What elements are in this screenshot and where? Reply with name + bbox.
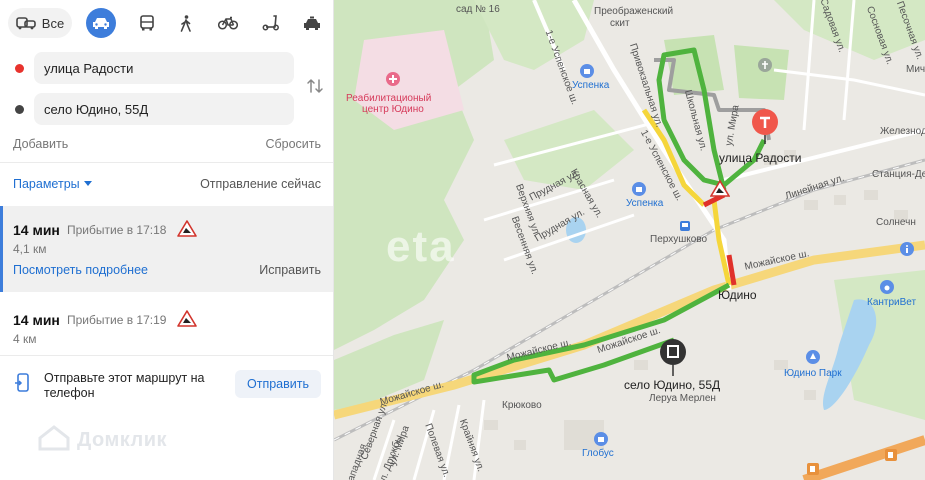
- scooter-icon: [262, 15, 279, 31]
- map-label: Крюково: [502, 400, 542, 411]
- vet-icon: [880, 280, 894, 294]
- map-label: Глобус: [582, 448, 614, 459]
- send-to-phone-text: Отправьте этот маршрут на телефон: [44, 371, 205, 400]
- church-icon: [758, 58, 772, 72]
- destination-marker-icon: [15, 105, 24, 114]
- map-label: скит: [610, 18, 630, 29]
- reset-button[interactable]: Сбросить: [265, 137, 321, 151]
- send-button[interactable]: Отправить: [235, 370, 321, 398]
- eta-watermark: eta: [386, 222, 456, 271]
- hospital-icon: [386, 72, 400, 86]
- map-label: сад № 16: [456, 4, 500, 15]
- divider: [0, 355, 333, 356]
- add-point-button[interactable]: Добавить: [13, 137, 68, 151]
- map-label: Преображенский: [594, 6, 674, 17]
- mode-taxi-button[interactable]: [297, 8, 327, 38]
- route-panel: Все улица Радости село Юдино, 55Д Добави…: [0, 0, 334, 480]
- car-icon: [93, 18, 109, 29]
- map-label: Станция-Де: [872, 169, 925, 180]
- departure-time-button[interactable]: Отправление сейчас: [200, 177, 321, 191]
- mode-car-button[interactable]: [86, 8, 116, 38]
- map-view[interactable]: eta сад № 16 Преображенский скит Реабили…: [334, 0, 925, 480]
- map-label: Перхушково: [650, 234, 708, 245]
- mode-scooter-button[interactable]: [256, 8, 286, 38]
- destination-pin-icon[interactable]: [658, 338, 688, 378]
- train-station-icon: [680, 221, 690, 231]
- map-label: село Юдино, 55Д: [624, 378, 721, 392]
- walk-icon: [180, 14, 191, 32]
- parameters-button[interactable]: Параметры: [13, 177, 92, 191]
- store-icon: [632, 182, 646, 196]
- mode-all-button[interactable]: Все: [8, 8, 72, 38]
- map-label: Леруа Мерлен: [649, 393, 716, 404]
- route-distance: 4 км: [13, 332, 37, 346]
- taxi-icon: [304, 16, 320, 30]
- mode-all-label: Все: [41, 15, 65, 31]
- map-label: Успенка: [572, 80, 610, 91]
- info-icon: [900, 242, 914, 256]
- swap-points-button[interactable]: [305, 76, 325, 96]
- origin-pin-icon[interactable]: [750, 108, 780, 146]
- map-label: Реабилитационый: [346, 93, 432, 104]
- map-label: Железнодор: [880, 126, 925, 137]
- selected-indicator: [0, 206, 3, 292]
- domclick-watermark: Домклик: [37, 425, 167, 452]
- bike-icon: [218, 16, 238, 30]
- map-label: центр Юдино: [362, 104, 424, 115]
- fuel-station-icon: [885, 449, 897, 461]
- origin-marker-icon: [15, 64, 24, 73]
- route-option[interactable]: 14 мин Прибытие в 17:19 4 км: [0, 296, 333, 352]
- map-label: Успенка: [626, 198, 664, 209]
- route-arrival: Прибытие в 17:18: [67, 223, 167, 237]
- destination-value: село Юдино, 55Д: [44, 102, 149, 117]
- roadworks-warning-icon: [177, 310, 197, 327]
- multi-transport-icon: [15, 17, 36, 30]
- route-option[interactable]: 14 мин Прибытие в 17:18 4,1 км Посмотрет…: [0, 206, 333, 292]
- map-label: Юдино: [718, 288, 757, 302]
- route-point-actions: Добавить Сбросить: [13, 137, 321, 153]
- route-arrival: Прибытие в 17:19: [67, 313, 167, 327]
- route-duration: 14 мин: [13, 222, 60, 238]
- parameters-label: Параметры: [13, 177, 80, 191]
- map-label: Мич: [906, 64, 925, 75]
- store-icon: [580, 64, 594, 78]
- watermark-text: Домклик: [77, 429, 168, 451]
- swap-arrows-icon: [307, 79, 323, 93]
- map-label: Солнечн: [876, 217, 916, 228]
- fuel-station-icon: [807, 463, 819, 475]
- origin-input[interactable]: улица Радости: [34, 52, 294, 84]
- bus-icon: [140, 15, 154, 31]
- roadworks-warning-icon: [177, 220, 197, 237]
- divider: [0, 162, 333, 163]
- transport-modes: Все: [6, 8, 328, 38]
- shopping-icon: [594, 432, 608, 446]
- roadworks-warning-icon: [710, 180, 730, 197]
- mode-bike-button[interactable]: [213, 8, 243, 38]
- phone-icon: [15, 373, 29, 392]
- park-icon: [806, 350, 820, 364]
- mode-bus-button[interactable]: [132, 8, 162, 38]
- chevron-down-icon: [83, 181, 92, 186]
- route-fix-button[interactable]: Исправить: [259, 263, 321, 277]
- map-label: КантриВет: [867, 297, 917, 308]
- house-logo-icon: [38, 425, 70, 451]
- send-to-phone: Отправьте этот маршрут на телефон Отправ…: [0, 365, 333, 405]
- route-distance: 4,1 км: [13, 242, 47, 256]
- destination-input[interactable]: село Юдино, 55Д: [34, 93, 294, 125]
- map-label: Юдино Парк: [784, 368, 842, 379]
- mode-walk-button[interactable]: [171, 8, 201, 38]
- route-duration: 14 мин: [13, 312, 60, 328]
- route-details-link[interactable]: Посмотреть подробнее: [13, 263, 148, 277]
- map-label: улица Радости: [719, 151, 802, 165]
- origin-value: улица Радости: [44, 61, 134, 76]
